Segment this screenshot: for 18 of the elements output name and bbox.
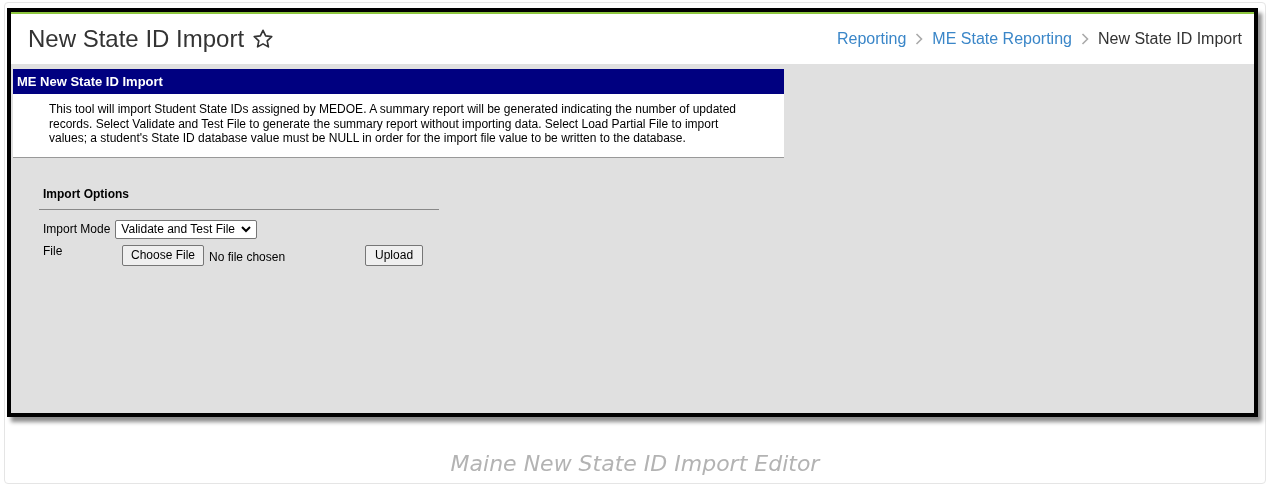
panel-title: ME New State ID Import [13, 69, 784, 94]
breadcrumb-current: New State ID Import [1097, 29, 1242, 49]
breadcrumb-link[interactable]: ME State Reporting [932, 27, 1072, 51]
chevron-right-icon [915, 33, 924, 45]
breadcrumb-link[interactable]: Reporting [836, 27, 907, 51]
description-text: This tool will import Student State IDs assigned by MEDOE. A summary report will be generated indicating the number of updated records. Select Validate and Test File to generate the summary report without importing data. Select Load Partial File to import values; a student's State ID database value must be NULL in order for the import file value to be written to the database. [48, 101, 737, 147]
page-title: New State ID Import [28, 24, 245, 54]
field-label: File [43, 242, 64, 260]
choose-file-button[interactable]: Choose File [122, 244, 205, 266]
star-icon[interactable] [252, 28, 275, 50]
section-title: Import Options [39, 184, 439, 210]
import-mode-dropdown[interactable]: Validate and Test File [115, 219, 257, 239]
image-caption: Maine New State ID Import Editor [449, 450, 822, 478]
field-label: Import Mode [43, 221, 111, 238]
chevron-down-icon [241, 225, 251, 233]
upload-button[interactable]: Upload [365, 244, 424, 266]
file-status-text: No file chosen [209, 248, 287, 266]
chevron-right-icon [1080, 33, 1089, 45]
